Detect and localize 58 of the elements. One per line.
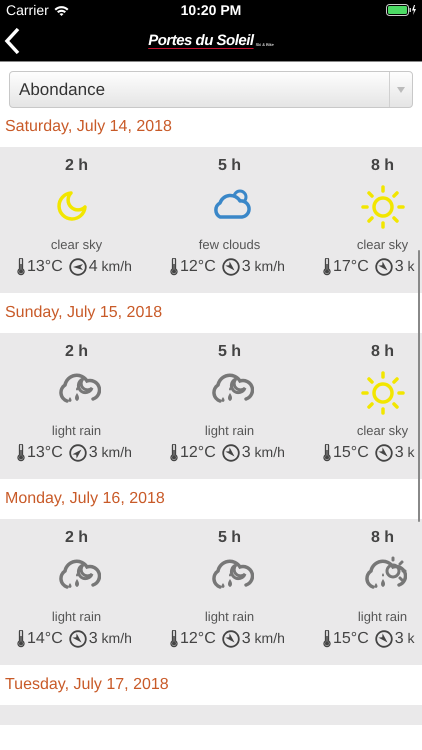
temperature: 12°C	[180, 444, 216, 462]
hour-label: 2 h	[64, 157, 88, 176]
weather-condition: light rain	[52, 609, 102, 625]
temperature: 14°C	[27, 630, 63, 648]
date-heading: Monday, July 16, 2018	[5, 490, 165, 508]
hour-label: 5 h	[218, 343, 242, 362]
hour-label: 8 h	[370, 343, 394, 362]
weather-condition: clear sky	[50, 237, 102, 253]
hour-label: 8 h	[370, 157, 394, 176]
status-time: 10:20 PM	[180, 2, 242, 18]
wind-speed: 3 k	[394, 444, 415, 462]
date-heading: Tuesday, July 17, 2018	[5, 676, 169, 694]
scrollbar[interactable]	[418, 250, 420, 522]
wind-speed: 3 k	[394, 630, 415, 648]
temperature: 12°C	[180, 258, 216, 276]
temperature: 13°C	[27, 258, 63, 276]
thermometer-icon	[170, 258, 178, 276]
temperature: 12°C	[180, 630, 216, 648]
temperature: 15°C	[333, 630, 369, 648]
hour-label: 8 h	[370, 529, 394, 548]
date-heading: Saturday, July 14, 2018	[5, 118, 172, 136]
wind-speed: 3 km/h	[242, 258, 285, 276]
hour-label: 5 h	[218, 529, 242, 548]
weather-condition: clear sky	[356, 423, 408, 439]
location-dropdown[interactable]: Abondance	[9, 71, 413, 108]
thermometer-icon	[170, 444, 178, 462]
battery-icon	[386, 4, 416, 16]
date-heading: Sunday, July 15, 2018	[5, 304, 162, 322]
wind-speed: 3 k	[394, 258, 415, 276]
weather-condition: light rain	[204, 423, 254, 439]
temperature: 15°C	[333, 444, 369, 462]
thermometer-icon	[17, 258, 25, 276]
carrier-name: Carrier	[6, 2, 49, 18]
back-icon	[4, 26, 20, 54]
caret-icon	[397, 86, 405, 92]
temperature: 13°C	[27, 444, 63, 462]
hour-label: 2 h	[64, 343, 88, 362]
wind-speed: 3 km/h	[88, 444, 132, 462]
wind-speed: 4 km/h	[88, 258, 132, 276]
wind-speed: 3 km/h	[88, 630, 132, 648]
thermometer-icon	[170, 630, 178, 648]
logo: Portes du Soleil	[148, 32, 254, 49]
wind-speed: 3 km/h	[242, 444, 285, 462]
thermometer-icon	[323, 630, 331, 648]
weather-condition: clear sky	[356, 237, 408, 253]
hour-label: 2 h	[64, 529, 88, 548]
weather-condition: light rain	[204, 609, 254, 625]
temperature: 17°C	[333, 258, 369, 276]
wind-speed: 3 km/h	[242, 630, 285, 648]
wifi-icon	[54, 4, 69, 16]
thermometer-icon	[323, 444, 331, 462]
thermometer-icon	[17, 444, 25, 462]
weather-condition: light rain	[358, 609, 408, 625]
weather-condition: few clouds	[198, 237, 260, 253]
weather-condition: light rain	[52, 423, 102, 439]
hour-label: 5 h	[218, 157, 242, 176]
thermometer-icon	[323, 258, 331, 276]
thermometer-icon	[17, 630, 25, 648]
